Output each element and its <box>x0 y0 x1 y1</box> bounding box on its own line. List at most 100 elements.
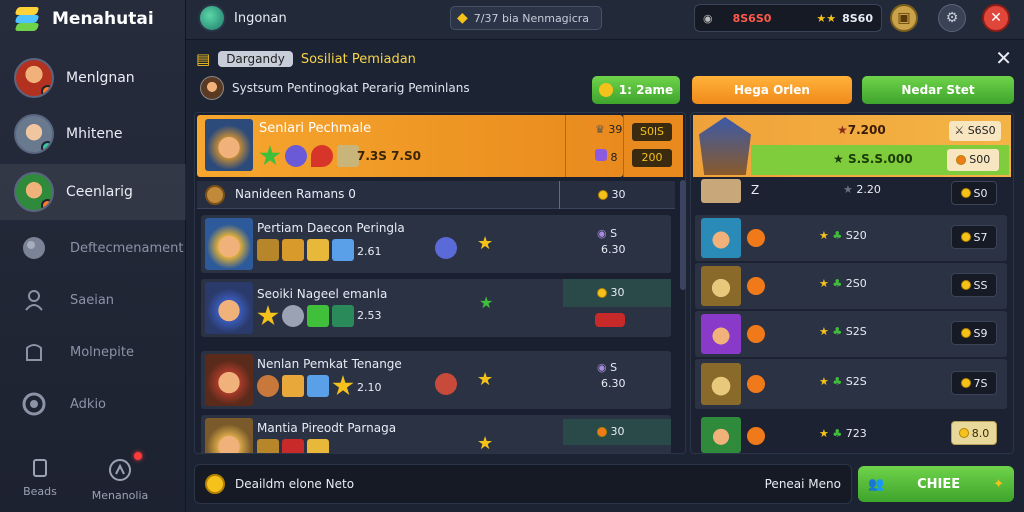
treasure-button[interactable]: ▣ <box>890 4 918 32</box>
reward-cost-value: 8.0 <box>971 426 990 440</box>
cost-value: 30 <box>610 425 625 438</box>
item-icon <box>257 439 279 453</box>
cost: 30 <box>597 425 625 438</box>
list-item[interactable]: Nenlan Pemkat Tenange 2.10 ★ ◉ S 6.30 <box>201 351 671 409</box>
sidebar-item-2[interactable]: Mhitene <box>0 106 186 162</box>
reward-cost: 8.0 <box>951 421 997 445</box>
green-action-button[interactable]: Nedar Stet <box>862 76 1014 104</box>
featured-row[interactable]: Senlari Pechmale 7.3S 7.S0 ♛ 39 8 <box>197 115 623 177</box>
hero-items <box>257 239 354 261</box>
settings-button[interactable]: ⚙ <box>938 4 966 32</box>
sidebar-muted-2[interactable]: Saeian <box>0 280 186 320</box>
timer-button[interactable]: 1: 2ame <box>592 76 680 104</box>
item-icon <box>337 145 359 167</box>
star-icon: ★★ <box>816 11 837 25</box>
close-app-button[interactable]: ✕ <box>982 4 1010 32</box>
users-icon: 👥 <box>868 476 885 492</box>
featured-badge-1: S0lS <box>632 123 672 141</box>
sidebar-muted-1[interactable]: Deftecmenament <box>0 228 186 268</box>
reward-cost: S9 <box>951 321 997 345</box>
star-icon: ★ <box>833 152 844 166</box>
coin-icon <box>597 288 607 298</box>
chest-icon: ▣ <box>897 10 911 26</box>
side-bottom-value: 6.30 <box>601 243 626 256</box>
star-icon: ★ <box>843 183 853 196</box>
hero-value: 2.61 <box>357 245 382 258</box>
reward-row[interactable]: Z ★ 2.20 S0 <box>695 179 1007 209</box>
coin-icon <box>960 280 971 290</box>
hero-name: Seoiki Nageel emanla <box>257 287 388 301</box>
close-icon: ✕ <box>990 10 1002 26</box>
coin-icon <box>960 232 971 242</box>
medal-icon <box>747 375 765 393</box>
confirm-label: CHIEE <box>917 476 961 492</box>
panel-subheader: Systsum Pentinogkat Perarig Peminlans <box>200 76 470 100</box>
reward-row[interactable]: ★ ♣ S2S S9 <box>695 311 1007 357</box>
reward-head-bottom-badge: S00 <box>947 149 999 171</box>
reward-value: ★ ♣ S2S <box>819 325 867 338</box>
list-item[interactable]: Seoiki Nageel emanla 2.53 ★ 30 <box>201 279 671 337</box>
orange-action-button[interactable]: Hega Orlen <box>692 76 852 104</box>
leaf-icon: ♣ <box>832 325 843 338</box>
hero-name: Nenlan Pemkat Tenange <box>257 357 402 371</box>
cost-cell: 30 <box>563 279 671 307</box>
star-icon <box>332 375 354 396</box>
reward-head-bottom-value: S.S.S.000 <box>847 152 913 166</box>
bottom-nav-beads[interactable]: Beads <box>0 452 80 512</box>
featured-badges: S0lS 200 <box>623 115 683 177</box>
ruby-icon <box>595 313 625 327</box>
list-header-cost: 30 <box>559 181 675 209</box>
hero-portrait <box>205 282 253 334</box>
cost-cell: 30 <box>563 419 671 445</box>
reward-row[interactable]: ★ ♣ S2S 7S <box>695 359 1007 409</box>
star-icon <box>257 305 279 326</box>
featured-name: Senlari Pechmale <box>259 121 372 136</box>
hero-items <box>257 375 354 397</box>
reward-row[interactable]: ★ ♣ 723 8.0 <box>695 413 1007 453</box>
hero-portrait <box>205 418 253 453</box>
reward-cost: S7 <box>951 225 997 249</box>
list-item[interactable]: Pertiam Daecon Peringla 2.61 ★ ◉ S 6.30 <box>201 215 671 273</box>
sidebar-item-label: Molnepite <box>70 344 134 360</box>
resource-left-value: 8S6S0 <box>732 11 772 25</box>
reward-count: Z <box>751 183 760 197</box>
list-item[interactable]: Mantia Pireodt Parnaga ★ 30 <box>201 415 671 453</box>
item-icon <box>332 305 354 327</box>
sidebar-muted-4[interactable]: Adkio <box>0 384 186 424</box>
medal-icon <box>747 325 765 343</box>
gem-icon: ◆ <box>457 10 468 26</box>
crown-icon: ♛ <box>595 123 605 136</box>
scroll-icon: ▤ <box>196 50 211 68</box>
character-list: Senlari Pechmale 7.3S 7.S0 ♛ 39 8 S0lS 2… <box>194 112 686 454</box>
bottom-nav-menanolia[interactable]: Menanolia <box>80 452 160 512</box>
search-field[interactable]: ◆ 7/37 bia Nenmagicra <box>450 6 602 30</box>
reward-head-bottom: ★ S.S.S.000 <box>833 152 913 166</box>
medal-icon <box>747 277 765 295</box>
cost: 30 <box>597 286 625 299</box>
star-icon: ★ <box>819 277 829 290</box>
portrait-icon <box>200 76 224 100</box>
sidebar-item-1[interactable]: Menlgnan <box>0 50 186 106</box>
item-icon <box>307 305 329 327</box>
reward-row[interactable]: ★ ♣ 2S0 SS <box>695 263 1007 309</box>
status-dot-icon <box>41 199 52 210</box>
book-icon <box>30 458 50 481</box>
reward-cost-value: 7S <box>973 376 988 390</box>
app-title: Menahutai <box>52 9 154 29</box>
list-scrollbar[interactable] <box>680 180 686 290</box>
brand: Menahutai <box>12 4 154 34</box>
region-selector[interactable]: Ingonan <box>198 4 287 32</box>
hero-portrait <box>205 218 253 270</box>
badge-value: S6S0 <box>967 124 996 137</box>
close-panel-button[interactable]: ✕ <box>995 46 1012 70</box>
coin-icon <box>958 428 969 438</box>
reward-portrait <box>701 417 741 453</box>
reward-row[interactable]: ★ ♣ S20 S7 <box>695 215 1007 261</box>
footer-right-label[interactable]: Peneai Meno <box>765 477 841 491</box>
sidebar-item-3[interactable]: Ceenlarig <box>0 164 186 220</box>
sidebar-muted-3[interactable]: Molnepite <box>0 332 186 372</box>
user-icon <box>20 286 48 314</box>
confirm-button[interactable]: 👥 CHIEE ✦ <box>858 466 1014 502</box>
reward-cost-value: S9 <box>973 326 988 340</box>
cost-value: 30 <box>611 188 626 201</box>
